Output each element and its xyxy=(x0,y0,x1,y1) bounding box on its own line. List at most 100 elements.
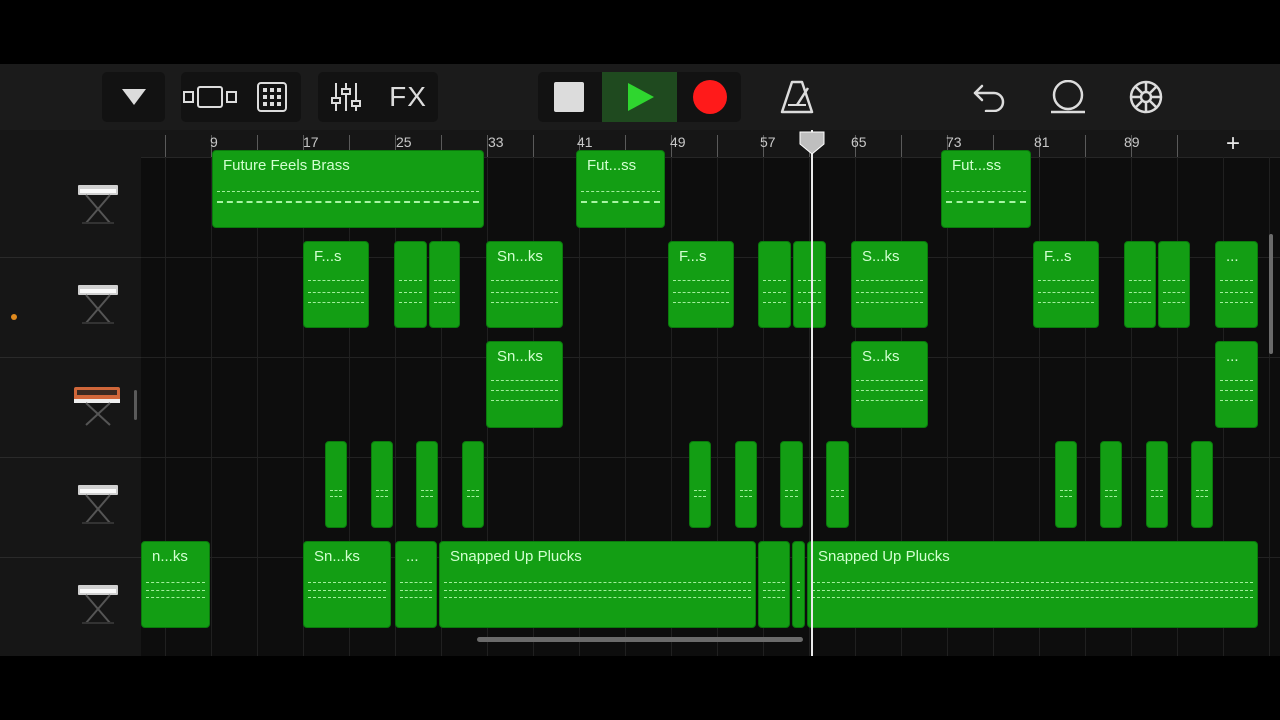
region-clip[interactable]: F...s xyxy=(303,241,369,328)
region-clip[interactable]: Sn...ks xyxy=(486,241,563,328)
midi-notes xyxy=(797,597,800,598)
region-clip[interactable] xyxy=(371,441,393,528)
region-clip[interactable] xyxy=(1158,241,1190,328)
midi-notes xyxy=(1196,490,1208,491)
ruler-bar-number: 9 xyxy=(210,134,218,150)
region-clip[interactable] xyxy=(429,241,460,328)
region-label: Fut...ss xyxy=(952,157,1002,174)
midi-notes xyxy=(785,490,798,491)
view-button-group xyxy=(181,72,301,122)
header-resize-handle[interactable] xyxy=(134,390,137,420)
region-clip[interactable] xyxy=(758,541,790,628)
midi-notes xyxy=(946,201,1026,203)
region-clip[interactable] xyxy=(1146,441,1168,528)
ruler-tick xyxy=(1177,135,1178,157)
midi-notes xyxy=(1129,302,1151,303)
track-header-3[interactable] xyxy=(0,357,141,458)
midi-notes xyxy=(1196,496,1208,497)
region-clip[interactable] xyxy=(735,441,757,528)
region-clip[interactable] xyxy=(780,441,803,528)
metronome-icon[interactable] xyxy=(774,72,820,122)
track-header-1[interactable] xyxy=(0,157,141,320)
horizontal-scrollbar[interactable] xyxy=(477,637,803,642)
region-clip[interactable]: F...s xyxy=(668,241,734,328)
region-clip[interactable] xyxy=(826,441,849,528)
region-clip[interactable] xyxy=(416,441,438,528)
stop-icon[interactable] xyxy=(538,72,600,122)
region-clip[interactable] xyxy=(689,441,711,528)
midi-notes xyxy=(673,292,729,293)
midi-notes xyxy=(1220,380,1253,381)
midi-notes xyxy=(1163,302,1185,303)
midi-notes xyxy=(1220,390,1253,391)
undo-icon[interactable] xyxy=(966,72,1012,122)
region-clip[interactable]: Sn...ks xyxy=(486,341,563,428)
transport-controls xyxy=(538,72,741,122)
region-clip[interactable] xyxy=(1100,441,1122,528)
midi-notes xyxy=(491,400,558,401)
region-label: F...s xyxy=(314,248,342,265)
loop-icon[interactable] xyxy=(1045,72,1091,122)
track-header-4[interactable] xyxy=(0,457,141,558)
garageband-tracks-view: FX 9 17 25 33 41 49 57 65 73 81 89 Futur… xyxy=(0,64,1280,656)
region-clip[interactable] xyxy=(325,441,347,528)
region-clip[interactable]: Snapped Up Plucks xyxy=(807,541,1258,628)
midi-notes xyxy=(467,490,479,491)
grid-icon[interactable] xyxy=(243,72,301,122)
region-clip[interactable]: F...s xyxy=(1033,241,1099,328)
playhead-handle[interactable] xyxy=(799,131,825,155)
record-icon[interactable] xyxy=(679,72,741,122)
ruler-bar-number: 81 xyxy=(1034,134,1050,150)
midi-notes xyxy=(581,201,660,203)
region-clip[interactable] xyxy=(792,541,805,628)
midi-notes xyxy=(1220,302,1253,303)
region-clip[interactable]: Snapped Up Plucks xyxy=(439,541,756,628)
midi-notes xyxy=(1060,496,1072,497)
ruler-bar-number: 89 xyxy=(1124,134,1140,150)
region-clip[interactable]: Future Feels Brass xyxy=(212,150,484,228)
playhead[interactable] xyxy=(811,130,813,656)
region-clip[interactable] xyxy=(1055,441,1077,528)
track-header-5[interactable] xyxy=(0,557,141,656)
menu-button-group xyxy=(102,72,165,122)
region-label: n...ks xyxy=(152,548,188,565)
mixer-icon[interactable] xyxy=(318,72,374,122)
region-clip[interactable] xyxy=(758,241,791,328)
play-icon[interactable] xyxy=(602,72,677,122)
region-clip[interactable]: n...ks xyxy=(141,541,210,628)
region-clip[interactable] xyxy=(462,441,484,528)
region-clip[interactable]: Fut...ss xyxy=(576,150,665,228)
region-clip[interactable]: S...ks xyxy=(851,341,928,428)
midi-notes xyxy=(1105,496,1117,497)
region-clip[interactable] xyxy=(394,241,427,328)
midi-notes xyxy=(812,590,1253,591)
region-clip[interactable]: S...ks xyxy=(851,241,928,328)
ruler-bar-number: 73 xyxy=(946,134,962,150)
region-clip[interactable]: ... xyxy=(395,541,437,628)
midi-notes xyxy=(330,496,342,497)
triangle-down-icon[interactable] xyxy=(102,72,165,122)
region-clip[interactable] xyxy=(1124,241,1156,328)
region-clip[interactable] xyxy=(1191,441,1213,528)
region-clip[interactable]: Fut...ss xyxy=(941,150,1031,228)
region-label: Future Feels Brass xyxy=(223,157,350,174)
add-section-button[interactable]: + xyxy=(1226,132,1240,156)
region-label: Fut...ss xyxy=(587,157,637,174)
fx-button[interactable]: FX xyxy=(378,72,438,122)
midi-notes xyxy=(217,201,479,203)
vertical-scrollbar[interactable] xyxy=(1269,234,1273,354)
track-header-2[interactable] xyxy=(0,257,141,358)
midi-notes xyxy=(763,590,785,591)
region-clip[interactable]: ... xyxy=(1215,341,1258,428)
region-clip[interactable] xyxy=(793,241,826,328)
track-lanes: Future Feels Brass Fut...ss Fut...ss F...s S… xyxy=(141,150,1280,656)
settings-icon[interactable] xyxy=(1123,72,1169,122)
midi-notes xyxy=(376,490,388,491)
midi-notes xyxy=(798,292,821,293)
midi-notes xyxy=(1038,280,1094,281)
midi-notes xyxy=(146,597,205,598)
region-clip[interactable]: Sn...ks xyxy=(303,541,391,628)
midi-notes xyxy=(763,280,786,281)
view-toggle-icon[interactable] xyxy=(181,72,239,122)
region-clip[interactable]: ... xyxy=(1215,241,1258,328)
